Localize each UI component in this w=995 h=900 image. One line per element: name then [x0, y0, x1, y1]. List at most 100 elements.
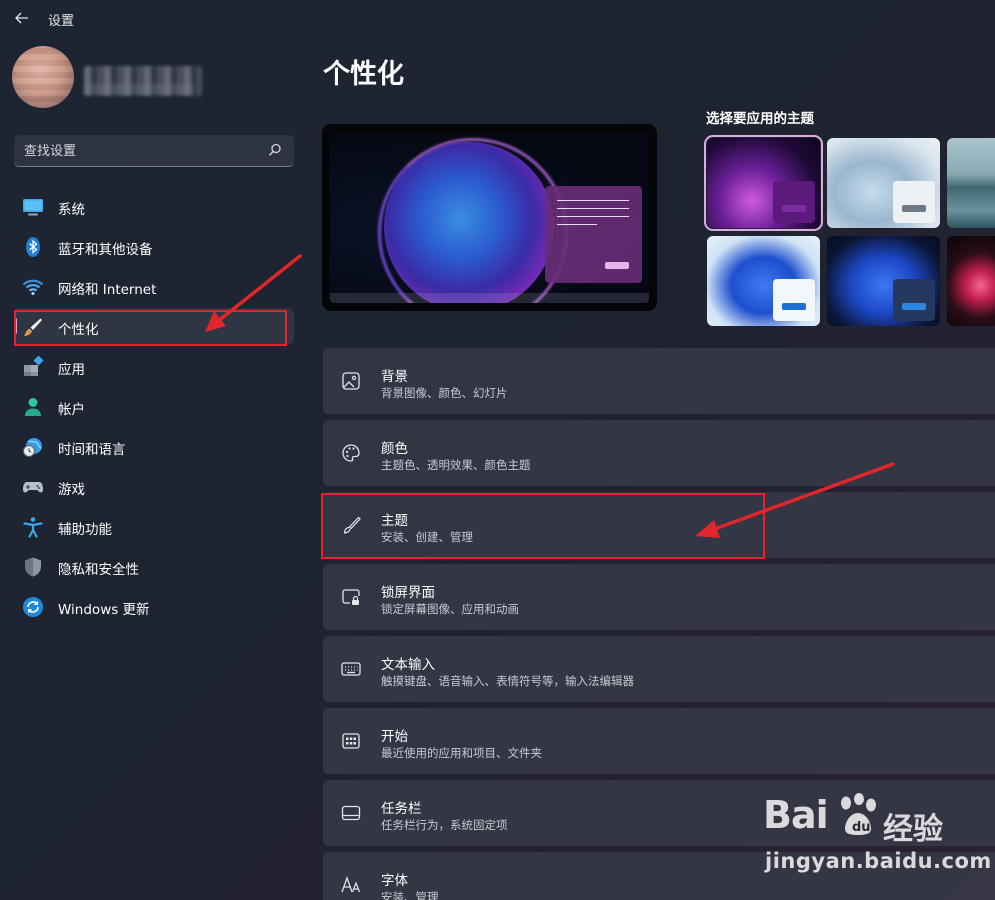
- theme-tile[interactable]: [827, 138, 940, 228]
- sidebar-item-label: Windows 更新: [58, 602, 150, 618]
- card-subtitle: 最近使用的应用和项目、文件夹: [381, 746, 542, 760]
- sidebar-item-label: 网络和 Internet: [58, 282, 157, 298]
- update-icon: [23, 597, 43, 617]
- sidebar-item-label: 系统: [58, 202, 85, 218]
- card-title: 开始: [381, 729, 408, 745]
- sidebar-item-windows-update[interactable]: Windows 更新: [14, 588, 294, 624]
- shield-icon: [25, 557, 41, 577]
- monitor-icon: [23, 199, 43, 216]
- theme-tile[interactable]: [704, 135, 823, 231]
- font-icon: [341, 876, 361, 893]
- keyboard-icon: [341, 662, 361, 676]
- theme-tile[interactable]: [947, 138, 995, 228]
- apps-icon: [24, 356, 44, 376]
- sidebar-item-label: 帐户: [58, 402, 85, 418]
- arrow-left-icon: [15, 12, 28, 24]
- avatar[interactable]: [12, 46, 74, 108]
- page-title: 个性化: [323, 59, 404, 90]
- sidebar-item-network[interactable]: 网络和 Internet: [14, 268, 294, 304]
- search-icon[interactable]: [268, 143, 282, 157]
- sidebar-item-system[interactable]: 系统: [14, 188, 294, 224]
- sidebar-item-time-language[interactable]: 时间和语言: [14, 428, 294, 464]
- card-subtitle: 安装、管理: [381, 890, 439, 900]
- search-box[interactable]: [14, 135, 294, 167]
- theme-mini-button: [902, 303, 926, 310]
- bloom-edge: [378, 138, 568, 303]
- card-subtitle: 背景图像、颜色、幻灯片: [381, 386, 508, 400]
- watermark-brand: Bai: [763, 793, 829, 837]
- sidebar-item-label: 应用: [58, 362, 85, 378]
- sidebar-item-label: 时间和语言: [58, 442, 126, 458]
- baidu-watermark: Bai du 经验 jingyan.baidu.com: [763, 793, 991, 883]
- sidebar-item-label: 游戏: [58, 482, 85, 498]
- watermark-url: jingyan.baidu.com: [765, 849, 992, 873]
- theme-mini-window: [893, 181, 935, 223]
- theme-mini-window: [773, 279, 815, 321]
- paw-icon: du: [841, 793, 876, 835]
- theme-tile[interactable]: [827, 236, 940, 326]
- card-subtitle: 任务栏行为，系统固定项: [381, 818, 508, 832]
- highlight-box-personalization: [14, 310, 287, 346]
- title-bar: 设置: [0, 0, 995, 36]
- card-text-input[interactable]: 文本输入 触摸键盘、语音输入、表情符号等，输入法编辑器: [323, 636, 995, 702]
- window-title: 设置: [48, 14, 75, 29]
- theme-tile[interactable]: [947, 236, 995, 326]
- card-title: 颜色: [381, 441, 408, 457]
- accessibility-icon: [23, 517, 43, 538]
- card-start[interactable]: 开始 最近使用的应用和项目、文件夹: [323, 708, 995, 774]
- card-subtitle: 触摸键盘、语音输入、表情符号等，输入法编辑器: [381, 674, 634, 688]
- person-icon: [25, 398, 41, 416]
- svg-text:du: du: [852, 820, 871, 835]
- themes-label: 选择要应用的主题: [706, 111, 814, 127]
- wifi-icon: [22, 279, 44, 296]
- card-subtitle: 锁定屏幕图像、应用和动画: [381, 602, 519, 616]
- preview-window: [545, 186, 642, 283]
- theme-mini-window: [893, 279, 935, 321]
- card-subtitle: 主题色、透明效果、颜色主题: [381, 458, 531, 472]
- taskbar-icon: [341, 805, 361, 821]
- search-input[interactable]: [24, 142, 254, 160]
- sidebar-item-accounts[interactable]: 帐户: [14, 388, 294, 424]
- watermark-brand-cn: 经验: [883, 812, 943, 847]
- preview-taskbar: [330, 293, 649, 303]
- preview-line: [557, 208, 629, 209]
- card-title: 文本输入: [381, 657, 435, 673]
- preview-line: [557, 200, 629, 201]
- card-title: 锁屏界面: [381, 585, 435, 601]
- lock-screen-icon: [342, 589, 360, 605]
- card-title: 字体: [381, 873, 408, 889]
- highlight-box-themes: [321, 493, 765, 559]
- sidebar-item-label: 蓝牙和其他设备: [58, 242, 153, 258]
- bluetooth-icon: [26, 237, 40, 257]
- theme-mini-button: [902, 205, 926, 212]
- sidebar-item-privacy[interactable]: 隐私和安全性: [14, 548, 294, 584]
- card-lock-screen[interactable]: 锁屏界面 锁定屏幕图像、应用和动画: [323, 564, 995, 630]
- theme-mini-button: [782, 303, 806, 310]
- sidebar-nav: 系统 蓝牙和其他设备 网络和 Internet 个性化 应用 帐户 时间和语言 …: [14, 188, 294, 628]
- preview-button: [605, 262, 629, 269]
- sidebar-item-label: 辅助功能: [58, 522, 112, 538]
- gamepad-icon: [23, 482, 43, 493]
- palette-icon: [342, 444, 360, 462]
- sidebar-item-bluetooth[interactable]: 蓝牙和其他设备: [14, 228, 294, 264]
- start-grid-icon: [342, 733, 360, 749]
- card-title: 背景: [381, 369, 408, 385]
- user-name-blurred: [84, 66, 202, 96]
- card-background[interactable]: 背景 背景图像、颜色、幻灯片: [323, 348, 995, 414]
- preview-screen: [330, 132, 649, 303]
- sidebar: 系统 蓝牙和其他设备 网络和 Internet 个性化: [0, 36, 305, 900]
- theme-mini-window: [773, 181, 815, 223]
- sidebar-item-accessibility[interactable]: 辅助功能: [14, 508, 294, 544]
- back-button[interactable]: [12, 8, 32, 28]
- card-title: 任务栏: [381, 801, 422, 817]
- theme-preview: [322, 124, 657, 311]
- theme-mini-button: [782, 205, 806, 212]
- sidebar-item-gaming[interactable]: 游戏: [14, 468, 294, 504]
- sidebar-item-label: 隐私和安全性: [58, 562, 139, 578]
- globe-clock-icon: [23, 438, 42, 457]
- card-colors[interactable]: 颜色 主题色、透明效果、颜色主题: [323, 420, 995, 486]
- preview-line: [557, 216, 629, 217]
- theme-tile[interactable]: [707, 236, 820, 326]
- sidebar-item-apps[interactable]: 应用: [14, 348, 294, 384]
- preview-line: [557, 224, 597, 225]
